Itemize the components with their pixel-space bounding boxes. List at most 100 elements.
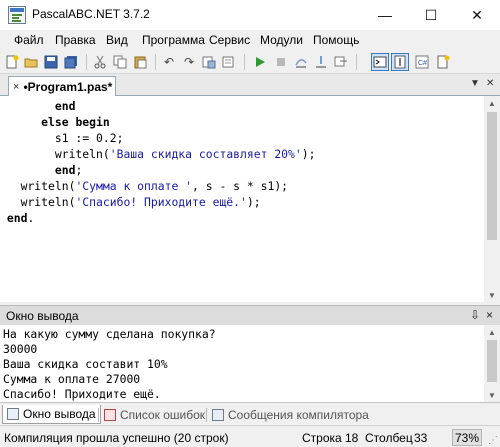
column-value: 33 xyxy=(414,431,428,445)
window-title: PascalABC.NET 3.7.2 xyxy=(32,7,150,21)
code-line[interactable]: end. xyxy=(0,210,34,226)
menu-program[interactable]: Программа xyxy=(142,33,205,47)
tab-compiler-messages[interactable]: Сообщения компилятора xyxy=(208,405,373,424)
undo-icon[interactable]: ↶ xyxy=(160,53,178,71)
code-keyword: else begin xyxy=(41,115,110,129)
tab-list-dropdown-icon[interactable]: ▼ xyxy=(470,78,480,89)
open-icon[interactable] xyxy=(22,53,40,71)
zoom-level[interactable]: 73% xyxy=(452,429,482,446)
tab-error-list[interactable]: Список ошибок xyxy=(100,405,209,424)
redo-icon[interactable]: ↷ xyxy=(180,53,198,71)
output-panel-title: Окно вывода xyxy=(6,309,79,323)
code-keyword: end xyxy=(6,211,28,225)
copy-icon[interactable] xyxy=(111,53,129,71)
code-text: s1 := 0.2; xyxy=(0,131,124,145)
code-text: ; xyxy=(75,163,83,177)
menu-file[interactable]: Файл xyxy=(14,33,44,47)
resize-grip-icon[interactable]: ⋰ xyxy=(488,435,498,446)
minimize-button[interactable]: — xyxy=(362,0,408,30)
code-text: writeln( xyxy=(0,147,110,161)
line-value: 18 xyxy=(345,431,359,445)
paste-icon[interactable] xyxy=(131,53,149,71)
error-list-icon xyxy=(104,408,116,421)
menu-edit[interactable]: Правка xyxy=(55,33,96,47)
bottom-panel-tabs: Окно вывода Список ошибок Сообщения комп… xyxy=(0,402,500,425)
output-scroll-down-icon[interactable]: ▼ xyxy=(484,388,500,402)
code-insight-icon[interactable]: C# xyxy=(413,53,431,71)
new-file-icon[interactable] xyxy=(3,53,21,71)
build-icon[interactable] xyxy=(200,53,218,71)
menu-bar: Файл Правка Вид Программа Сервис Модули … xyxy=(0,30,500,50)
code-text: . xyxy=(27,211,35,225)
code-string: 'Сумма к оплате ' xyxy=(75,179,193,193)
step-over-icon[interactable] xyxy=(292,53,310,71)
code-line[interactable]: s1 := 0.2; xyxy=(0,130,124,146)
code-text: ); xyxy=(246,195,261,209)
output-line: На какую сумму сделана покупка? xyxy=(3,327,216,341)
code-line[interactable]: end xyxy=(0,98,76,114)
new-document-icon[interactable] xyxy=(434,53,452,71)
editor-scroll-up-icon[interactable]: ▲ xyxy=(484,96,500,110)
svg-text:C#: C# xyxy=(418,60,427,67)
output-line: 30000 xyxy=(3,342,38,356)
maximize-button[interactable]: ☐ xyxy=(408,0,454,30)
editor-scroll-thumb[interactable] xyxy=(487,112,497,240)
toolbar: ↶ ↷ C# xyxy=(0,50,500,74)
code-line[interactable]: writeln('Сумма к оплате ', s - s * s1); xyxy=(0,178,288,194)
output-format-icon[interactable] xyxy=(391,53,409,71)
pascalabc-app-icon xyxy=(8,6,26,24)
tab-output-window-label: Окно вывода xyxy=(23,407,96,421)
tab-output-window[interactable]: Окно вывода xyxy=(2,405,101,424)
output-window-icon xyxy=(7,408,19,420)
code-editor[interactable]: end else begin s1 := 0.2; writeln('Ваша … xyxy=(0,96,484,302)
code-string: 'Спасибо! Приходите ещё.' xyxy=(75,195,247,209)
output-window: На какую сумму сделана покупка? 30000 Ваша… xyxy=(0,325,484,402)
status-bar: Компиляция прошла успешно (20 строк) Стр… xyxy=(0,425,500,447)
editor-tab-strip: × •Program1.pas* ▼ ✕ xyxy=(0,74,500,97)
pin-icon[interactable]: ⇩ xyxy=(470,308,480,322)
code-keyword: end xyxy=(54,163,76,177)
output-scroll-up-icon[interactable]: ▲ xyxy=(484,325,500,339)
tab-program1[interactable]: × •Program1.pas* xyxy=(8,76,116,97)
output-line: Ваша скидка составит 10% xyxy=(3,357,168,371)
console-icon[interactable] xyxy=(371,53,389,71)
column-label: Столбец xyxy=(365,431,413,445)
code-line[interactable]: else begin xyxy=(0,114,110,130)
code-text: writeln( xyxy=(0,179,76,193)
line-label: Строка xyxy=(302,431,342,445)
output-line: Спасибо! Приходите ещё. xyxy=(3,387,161,401)
menu-modules[interactable]: Модули xyxy=(260,33,303,47)
stop-icon[interactable] xyxy=(272,53,290,71)
output-close-icon[interactable]: × xyxy=(486,308,493,322)
code-line[interactable]: end; xyxy=(0,162,82,178)
tab-strip-close-icon[interactable]: ✕ xyxy=(486,78,494,89)
close-button[interactable]: ✕ xyxy=(454,0,500,30)
cut-icon[interactable] xyxy=(91,53,109,71)
tab-compiler-messages-label: Сообщения компилятора xyxy=(228,407,369,422)
output-line: Сумма к оплате 27000 xyxy=(3,372,141,386)
output-scroll-thumb[interactable] xyxy=(487,340,497,382)
save-all-icon[interactable] xyxy=(62,53,80,71)
tab-close-button[interactable]: × xyxy=(13,81,19,93)
title-bar: PascalABC.NET 3.7.2 — ☐ ✕ xyxy=(0,0,500,30)
menu-help[interactable]: Помощь xyxy=(313,33,359,47)
code-line[interactable]: writeln('Ваша скидка составляет 20%'); xyxy=(0,146,316,162)
editor-scroll-down-icon[interactable]: ▼ xyxy=(484,288,500,302)
step-back-icon[interactable] xyxy=(220,53,238,71)
code-line[interactable]: writeln('Спасибо! Приходите ещё.'); xyxy=(0,194,261,210)
menu-service[interactable]: Сервис xyxy=(209,33,250,47)
menu-view[interactable]: Вид xyxy=(106,33,128,47)
code-text: , s - s * s1); xyxy=(192,179,289,193)
step-into-icon[interactable] xyxy=(312,53,330,71)
save-icon[interactable] xyxy=(42,53,60,71)
step-out-icon[interactable] xyxy=(332,53,350,71)
run-icon[interactable] xyxy=(251,53,269,71)
code-text: writeln( xyxy=(0,195,76,209)
output-panel-header: Окно вывода ⇩ × xyxy=(0,305,500,325)
code-string: 'Ваша скидка составляет 20%' xyxy=(109,147,302,161)
tab-error-list-label: Список ошибок xyxy=(120,407,206,422)
